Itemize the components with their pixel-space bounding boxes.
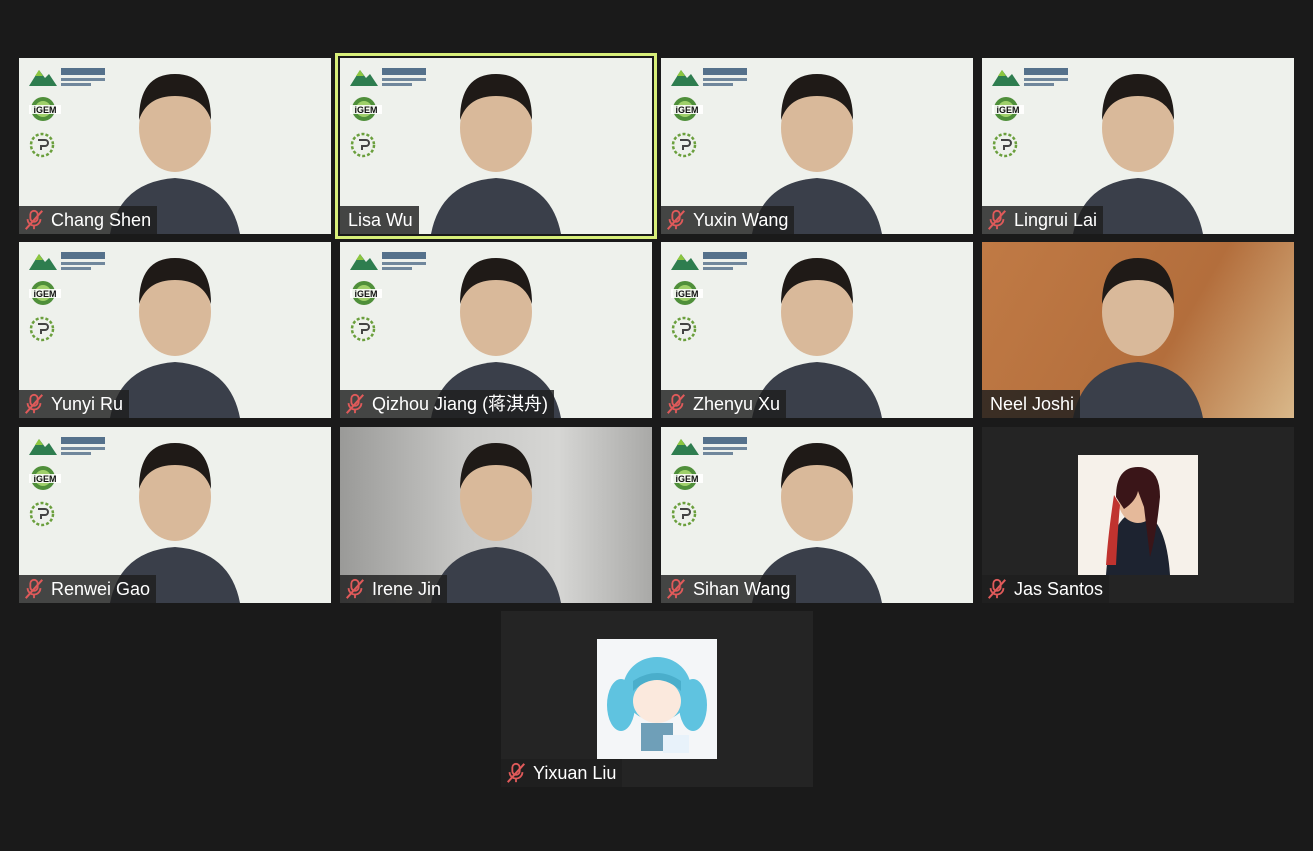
participant-tile[interactable]: Chang Shen xyxy=(19,58,331,234)
team-logo xyxy=(29,316,55,342)
name-tag: Irene Jin xyxy=(340,575,448,603)
igem-logo xyxy=(990,96,1026,122)
participant-tile[interactable]: Irene Jin xyxy=(340,427,652,603)
igem-logo xyxy=(27,280,63,306)
team-logo xyxy=(992,132,1018,158)
participant-tile[interactable]: Zhenyu Xu xyxy=(661,242,973,418)
igem-logo xyxy=(348,280,384,306)
participant-tile[interactable]: Neel Joshi xyxy=(982,242,1294,418)
participant-name: Qizhou Jiang (蒋淇舟) xyxy=(372,394,549,414)
profile-picture xyxy=(597,639,717,759)
igem-logo xyxy=(27,465,63,491)
name-tag: Neel Joshi xyxy=(982,390,1081,418)
participant-tile[interactable]: Yixuan Liu xyxy=(501,611,813,787)
participant-name: Lingrui Lai xyxy=(1014,210,1098,230)
name-tag: Zhenyu Xu xyxy=(661,390,787,418)
name-tag: Lingrui Lai xyxy=(982,206,1104,234)
participant-name: Neel Joshi xyxy=(990,394,1075,414)
team-logo xyxy=(350,132,376,158)
participant-tile[interactable]: Yunyi Ru xyxy=(19,242,331,418)
avatar xyxy=(1078,455,1198,575)
mic-muted-icon xyxy=(665,393,687,415)
participant-name: Irene Jin xyxy=(372,579,442,599)
igem-logo xyxy=(669,280,705,306)
participant-name: Jas Santos xyxy=(1014,579,1104,599)
mic-muted-icon xyxy=(986,578,1008,600)
mic-muted-icon xyxy=(505,762,527,784)
igem-logo xyxy=(669,96,705,122)
participant-tile[interactable]: Jas Santos xyxy=(982,427,1294,603)
mic-muted-icon xyxy=(665,578,687,600)
participant-tile[interactable]: Lisa Wu xyxy=(335,53,657,239)
participant-name: Yunyi Ru xyxy=(51,394,124,414)
team-logo xyxy=(671,316,697,342)
team-logo xyxy=(671,501,697,527)
mic-muted-icon xyxy=(986,209,1008,231)
participant-name: Zhenyu Xu xyxy=(693,394,781,414)
participant-tile[interactable]: Sihan Wang xyxy=(661,427,973,603)
name-tag: Lisa Wu xyxy=(340,206,419,234)
name-tag: Yunyi Ru xyxy=(19,390,130,418)
name-tag: Qizhou Jiang (蒋淇舟) xyxy=(340,390,555,418)
name-tag: Yixuan Liu xyxy=(501,759,623,787)
video-grid: Chang Shen Lisa Wu Yuxin Wang Lingrui Lai Yu… xyxy=(0,0,1313,851)
igem-logo xyxy=(348,96,384,122)
mic-muted-icon xyxy=(23,578,45,600)
participant-tile[interactable]: Renwei Gao xyxy=(19,427,331,603)
participant-video xyxy=(411,58,581,234)
igem-logo xyxy=(27,96,63,122)
name-tag: Sihan Wang xyxy=(661,575,797,603)
participant-name: Yuxin Wang xyxy=(693,210,789,230)
mic-muted-icon xyxy=(344,578,366,600)
igem-logo xyxy=(669,465,705,491)
profile-picture xyxy=(1078,455,1198,575)
team-logo xyxy=(29,501,55,527)
mic-muted-icon xyxy=(665,209,687,231)
participant-name: Lisa Wu xyxy=(348,210,413,230)
participant-name: Yixuan Liu xyxy=(533,763,617,783)
participant-name: Chang Shen xyxy=(51,210,152,230)
mic-muted-icon xyxy=(344,393,366,415)
participant-tile[interactable]: Qizhou Jiang (蒋淇舟) xyxy=(340,242,652,418)
team-logo xyxy=(671,132,697,158)
mic-muted-icon xyxy=(23,209,45,231)
participant-tile[interactable]: Yuxin Wang xyxy=(661,58,973,234)
name-tag: Jas Santos xyxy=(982,575,1110,603)
team-logo xyxy=(29,132,55,158)
participant-name: Renwei Gao xyxy=(51,579,151,599)
participant-name: Sihan Wang xyxy=(693,579,791,599)
participant-tile[interactable]: Lingrui Lai xyxy=(982,58,1294,234)
team-logo xyxy=(350,316,376,342)
name-tag: Chang Shen xyxy=(19,206,158,234)
avatar xyxy=(597,639,717,759)
mic-muted-icon xyxy=(23,393,45,415)
name-tag: Renwei Gao xyxy=(19,575,157,603)
name-tag: Yuxin Wang xyxy=(661,206,795,234)
